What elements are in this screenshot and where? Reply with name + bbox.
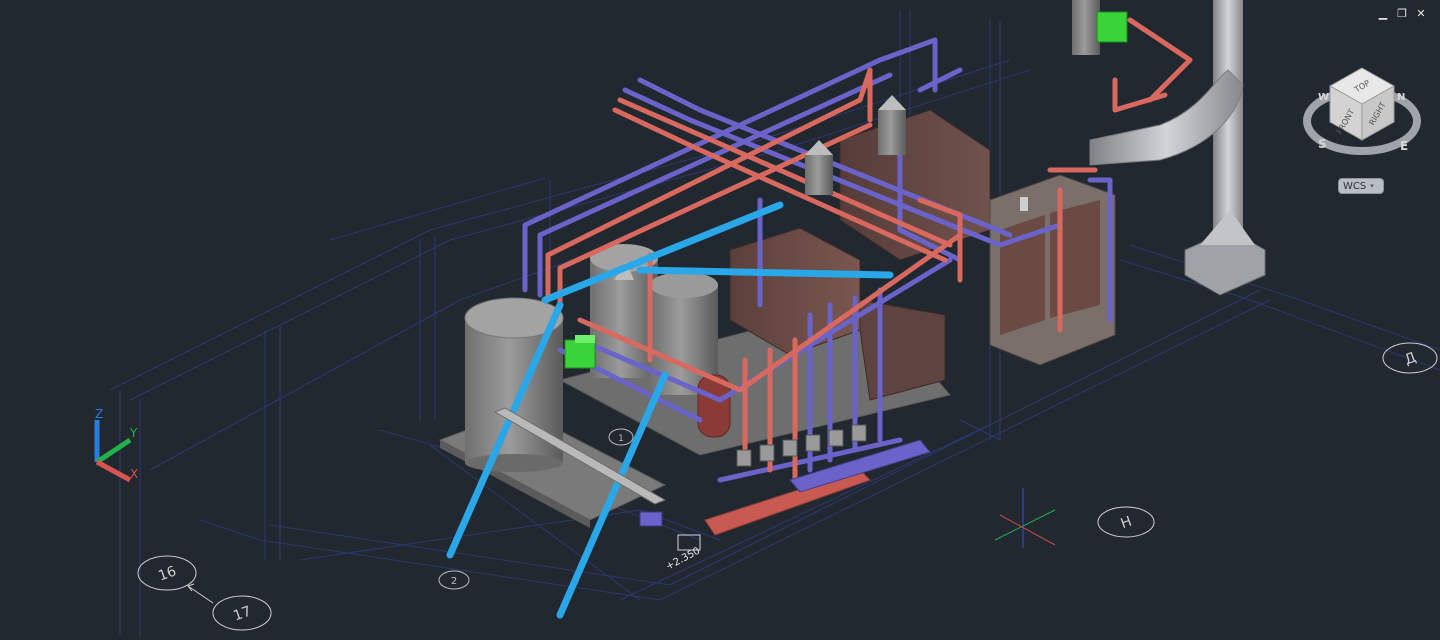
wcs-menu[interactable]: WCS ▾ [1338,178,1384,194]
svg-text:E: E [1400,139,1408,153]
svg-text:16: 16 [156,563,178,584]
grid-bubble-arrow [187,583,214,604]
grid-bubble-2: 2 [438,570,470,590]
grid-bubble-h: H [1097,506,1155,538]
heat-exchanger-cabinet[interactable] [989,174,1116,366]
valve-device[interactable] [639,511,663,527]
svg-text:Z: Z [95,407,103,421]
drawing-canvas[interactable]: 16 17 2 1 H Д +2.350 Z Y X TOP FRONT RIG… [0,0,1440,636]
close-button[interactable]: ✕ [1414,6,1428,20]
svg-text:1: 1 [618,434,624,444]
ucs-icon: Z Y X [94,407,138,483]
burner-fan-upper[interactable] [1096,11,1128,43]
svg-text:2: 2 [451,576,457,587]
cursor-crosshair [994,488,1056,548]
svg-text:Д: Д [1402,350,1418,369]
elevation-tag: +2.350 [664,534,702,573]
viewcube[interactable]: TOP FRONT RIGHT S E W N [1303,67,1421,155]
wcs-label: WCS [1343,180,1367,192]
svg-text:17: 17 [231,603,253,624]
grid-bubble-1: 1 [608,428,634,446]
grid-bubble-17: 17 [212,595,272,631]
svg-text:W: W [1318,92,1329,103]
burner-fan-lower[interactable] [564,335,596,369]
svg-text:X: X [130,467,138,481]
svg-text:S: S [1318,137,1327,151]
model-viewport[interactable]: 16 17 2 1 H Д +2.350 Z Y X TOP FRONT RIG… [0,0,1440,636]
flue-duct[interactable] [1089,0,1266,296]
chevron-down-icon: ▾ [1370,182,1374,190]
grid-bubble-16: 16 [137,555,197,591]
grid-bubble-d: Д [1382,342,1438,374]
minimize-button[interactable]: ▁ [1376,6,1390,20]
svg-text:Y: Y [129,426,138,440]
restore-button[interactable]: ❐ [1395,6,1409,20]
svg-text:N: N [1397,92,1405,103]
svg-text:H: H [1119,514,1134,533]
